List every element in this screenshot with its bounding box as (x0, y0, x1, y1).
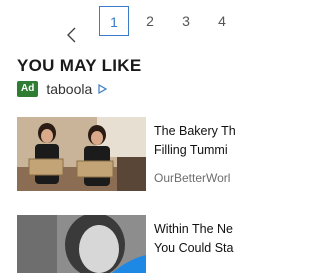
card-title-line: You Could Sta (154, 241, 234, 255)
pagination: 1 2 3 4 (0, 0, 249, 48)
recommendation-card[interactable]: The Bakery Th Filling Tummi OurBetterWor… (17, 117, 249, 195)
taboola-label[interactable]: taboola (46, 81, 92, 97)
play-triangle-icon (98, 84, 108, 94)
card-title-line: Filling Tummi (154, 143, 228, 157)
card-source: OurBetterWorl (154, 171, 231, 185)
card-title[interactable]: Within The Ne You Could Sta (154, 220, 274, 258)
card-thumbnail[interactable] (17, 215, 146, 273)
ad-attribution[interactable]: Ad taboola (17, 81, 108, 97)
card-title[interactable]: The Bakery Th Filling Tummi (154, 122, 274, 160)
section-heading: YOU MAY LIKE (17, 56, 142, 75)
bakery-photo-image (17, 117, 146, 191)
card-title-line: Within The Ne (154, 222, 233, 236)
card-thumbnail[interactable] (17, 117, 146, 191)
page-1-button[interactable]: 1 (99, 6, 129, 36)
portrait-photo-image (17, 215, 146, 273)
recommendation-card[interactable]: Within The Ne You Could Sta (17, 215, 249, 273)
page-3-button[interactable]: 3 (171, 6, 201, 36)
page-4-button[interactable]: 4 (207, 6, 237, 36)
card-title-line: The Bakery Th (154, 124, 236, 138)
ad-badge: Ad (17, 81, 39, 97)
page-2-button[interactable]: 2 (135, 6, 165, 36)
chevron-left-icon[interactable] (66, 27, 78, 43)
